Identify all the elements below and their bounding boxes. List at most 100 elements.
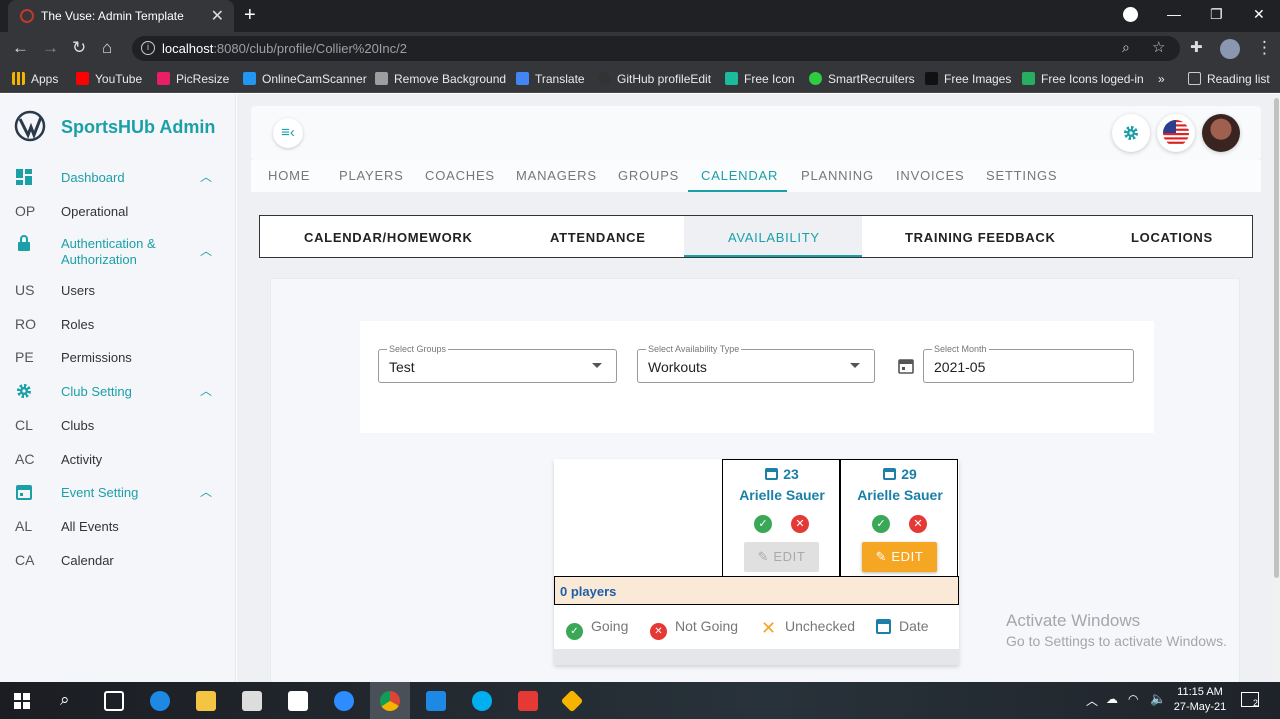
tab-home[interactable]: HOME: [268, 168, 310, 183]
sidebar-section-club-setting[interactable]: Club Setting ︿: [0, 376, 236, 406]
zoom-app-icon[interactable]: [334, 691, 354, 711]
tab-managers[interactable]: MANAGERS: [516, 168, 597, 183]
collapse-menu-button[interactable]: ≡‹: [273, 118, 303, 148]
skype-icon[interactable]: [472, 691, 492, 711]
calendar-icon[interactable]: [898, 358, 914, 374]
tab-coaches[interactable]: COACHES: [425, 168, 495, 183]
sidebar-item-permissions[interactable]: PE Permissions: [0, 342, 236, 372]
edit-button[interactable]: ✎ EDIT: [862, 542, 937, 572]
bookmark-free-icon[interactable]: Free Icon: [725, 72, 795, 86]
sidebar-item-clubs[interactable]: CL Clubs: [0, 410, 236, 440]
bookmark-free-icons-loged-in[interactable]: Free Icons loged-in: [1022, 72, 1144, 86]
subtab-training-feedback[interactable]: TRAINING FEEDBACK: [905, 230, 1056, 245]
reading-list-button[interactable]: Reading list: [1188, 72, 1270, 86]
edit-button-disabled[interactable]: ✎ EDIT: [744, 542, 819, 572]
subtab-attendance[interactable]: ATTENDANCE: [550, 230, 646, 245]
edge-icon[interactable]: [150, 691, 170, 711]
bookmark-remove-background[interactable]: Remove Background: [375, 72, 506, 86]
mail-icon[interactable]: [288, 691, 308, 711]
maximize-icon[interactable]: ❐: [1210, 6, 1223, 23]
tab-players[interactable]: PLAYERS: [339, 168, 404, 183]
tab-groups[interactable]: GROUPS: [618, 168, 679, 183]
taskbar-clock[interactable]: 11:15 AM 27-May-21: [1170, 685, 1230, 715]
select-availability-type-dropdown[interactable]: Select Availability Type Workouts: [637, 344, 875, 383]
bookmark-youtube[interactable]: YouTube: [76, 72, 142, 86]
us-flag-icon: [1163, 120, 1189, 146]
close-tab-icon[interactable]: ✕: [211, 6, 224, 26]
legend-label: Date: [899, 618, 929, 634]
sidebar-item-operational[interactable]: OP Operational: [0, 196, 236, 226]
home-icon[interactable]: ⌂: [102, 38, 112, 58]
sidebar-section-dashboard[interactable]: Dashboard ︿: [0, 162, 236, 192]
sidebar-item-roles[interactable]: RO Roles: [0, 309, 236, 339]
reload-icon[interactable]: ↻: [72, 38, 86, 58]
notifications-icon[interactable]: 2: [1241, 692, 1259, 708]
wifi-icon[interactable]: ◠: [1128, 692, 1138, 706]
anydesk-icon[interactable]: [518, 691, 538, 711]
page-scrollbar[interactable]: [1273, 94, 1280, 682]
sidebar-item-activity[interactable]: AC Activity: [0, 444, 236, 474]
new-tab-icon[interactable]: +: [244, 4, 256, 27]
tab-invoices[interactable]: INVOICES: [896, 168, 965, 183]
network-icon[interactable]: ☁: [1106, 692, 1118, 706]
bookmark-smartrecruiters[interactable]: SmartRecruiters: [809, 72, 915, 86]
bookmark-apps[interactable]: Apps: [12, 72, 58, 86]
going-check-icon[interactable]: ✓: [754, 515, 772, 533]
chevron-up-icon[interactable]: ︿: [1086, 692, 1098, 709]
settings-button[interactable]: [1112, 114, 1150, 152]
profile-menu-icon[interactable]: [1123, 7, 1138, 22]
extensions-icon[interactable]: ✚: [1190, 38, 1203, 56]
sidebar-item-users[interactable]: US Users: [0, 275, 236, 305]
forward-icon[interactable]: →: [42, 38, 59, 58]
tab-settings[interactable]: SETTINGS: [986, 168, 1057, 183]
edit-label: EDIT: [891, 549, 924, 564]
select-month-field[interactable]: Select Month 2021-05: [923, 344, 1134, 383]
scrollbar-thumb[interactable]: [1274, 98, 1279, 578]
chrome-icon[interactable]: [380, 691, 400, 711]
tab-planning[interactable]: PLANNING: [801, 168, 874, 183]
site-info-icon[interactable]: i: [141, 41, 155, 55]
volume-icon[interactable]: 🔈: [1150, 691, 1166, 707]
zoom-icon[interactable]: ⌕: [1122, 39, 1130, 56]
subtab-calendar-homework[interactable]: CALENDAR/HOMEWORK: [304, 230, 473, 245]
close-window-icon[interactable]: ✕: [1253, 6, 1265, 23]
bookmark-free-images[interactable]: Free Images: [925, 72, 1011, 86]
going-check-icon[interactable]: ✓: [872, 515, 890, 533]
bookmark-picresize[interactable]: PicResize: [157, 72, 229, 86]
store-icon[interactable]: [242, 691, 262, 711]
bookmark-translate[interactable]: Translate: [516, 72, 585, 86]
minimize-icon[interactable]: —: [1167, 6, 1181, 22]
browser-tab[interactable]: The Vuse: Admin Template ✕: [8, 0, 234, 32]
sidebar-item-calendar[interactable]: CA Calendar: [0, 545, 236, 575]
user-avatar-icon[interactable]: [1220, 39, 1240, 59]
sidebar-section-event-setting[interactable]: Event Setting ︿: [0, 477, 236, 507]
tab-calendar[interactable]: CALENDAR: [701, 168, 778, 183]
user-avatar[interactable]: [1202, 114, 1240, 152]
subtab-locations[interactable]: LOCATIONS: [1131, 230, 1213, 245]
browser-menu-icon[interactable]: ⋮: [1256, 38, 1273, 58]
subtab-availability[interactable]: AVAILABILITY: [728, 230, 820, 245]
bookmark-star-icon[interactable]: ☆: [1152, 38, 1165, 56]
windows-activation-title: Activate Windows: [1006, 611, 1141, 630]
windows-start-icon[interactable]: [14, 693, 30, 709]
vscode-icon[interactable]: [426, 691, 446, 711]
bookmark-github[interactable]: GitHub profileEdit: [598, 72, 711, 86]
not-going-x-icon[interactable]: ✕: [791, 515, 809, 533]
select-groups-dropdown[interactable]: Select Groups Test: [378, 344, 617, 383]
git-icon[interactable]: [560, 689, 584, 713]
picresize-icon: [157, 72, 170, 85]
language-button[interactable]: [1157, 114, 1195, 152]
sidebar-item-all-events[interactable]: AL All Events: [0, 511, 236, 541]
bookmark-onlinecamscanner[interactable]: OnlineCamScanner: [243, 72, 367, 86]
search-icon[interactable]: ⌕: [60, 690, 70, 710]
back-icon[interactable]: ←: [12, 38, 29, 58]
file-explorer-icon[interactable]: [196, 691, 216, 711]
bookmark-label: OnlineCamScanner: [262, 72, 367, 86]
task-view-icon[interactable]: [104, 691, 124, 711]
bookmarks-overflow-button[interactable]: »: [1158, 72, 1165, 86]
url-field[interactable]: i localhost:8080/club/profile/Collier%20…: [132, 36, 1180, 61]
bookmark-label: Apps: [31, 72, 59, 86]
sidebar-section-authentication[interactable]: Authentication & Authorization ︿: [0, 228, 236, 268]
not-going-x-icon[interactable]: ✕: [909, 515, 927, 533]
calendar-icon: [765, 468, 779, 480]
